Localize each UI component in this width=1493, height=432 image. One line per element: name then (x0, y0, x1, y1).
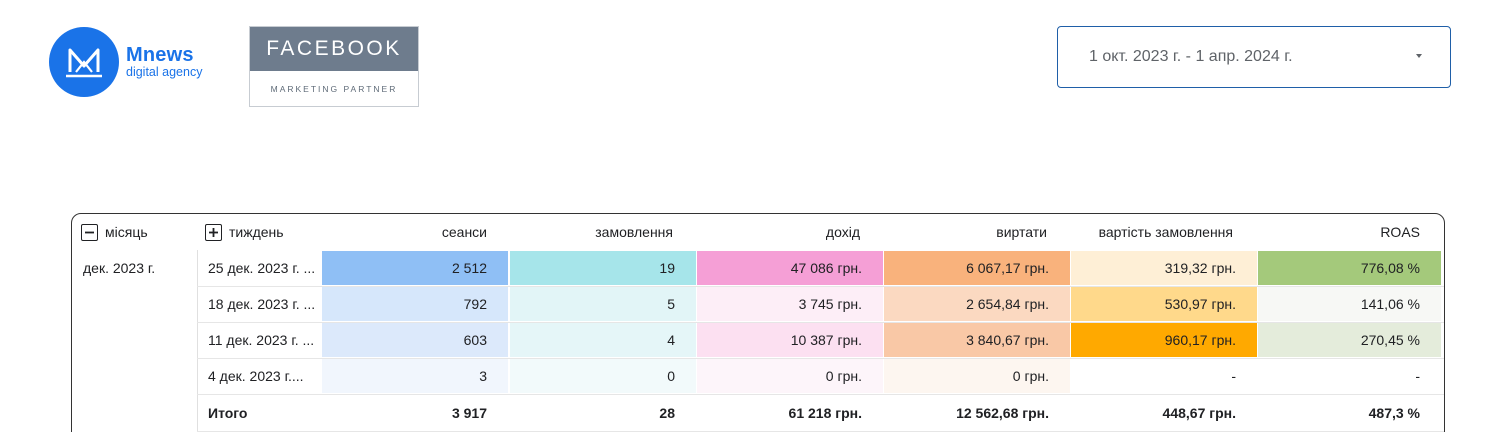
cell-order-cost: 530,97 грн. (1071, 287, 1257, 321)
cell-revenue: 0 грн. (697, 359, 883, 393)
cell-order-cost: 319,32 грн. (1071, 251, 1257, 285)
cell-sessions: 603 (322, 323, 508, 357)
cell-order-cost: 960,17 грн. (1071, 323, 1257, 357)
dropdown-arrow-icon[interactable] (1416, 54, 1422, 58)
cell-roas: 141,06 % (1258, 287, 1441, 321)
cell-spend: 6 067,17 грн. (884, 251, 1070, 285)
column-header-roas[interactable]: ROAS (1259, 214, 1420, 250)
cell-spend: 3 840,67 грн. (884, 323, 1070, 357)
total-cell-order-cost: 448,67 грн. (1162, 405, 1236, 421)
column-header-order-cost[interactable]: вартість замовлення (1072, 214, 1233, 250)
column-header-revenue[interactable]: дохід (698, 214, 860, 250)
cell-sessions: 3 (322, 359, 508, 393)
week-cell: 18 дек. 2023 г. ... (208, 296, 316, 312)
month-cell: дек. 2023 г. (83, 260, 156, 276)
week-cell: 11 дек. 2023 г. ... (208, 332, 315, 348)
total-cell-sessions: 3 917 (451, 405, 487, 421)
column-header-sessions[interactable]: сеанси (323, 214, 487, 250)
cell-revenue: 47 086 грн. (697, 251, 883, 285)
total-label: Итого (208, 405, 248, 421)
cell-revenue: 10 387 грн. (697, 323, 883, 357)
cell-roas: 270,45 % (1258, 323, 1441, 357)
table-header: місяць тиждень сеанси замовлення дохід в… (72, 214, 1444, 250)
expand-icon[interactable] (205, 223, 222, 241)
logo-name: Mnews (126, 44, 194, 67)
column-divider (197, 250, 198, 432)
collapse-icon[interactable] (81, 223, 98, 241)
cell-sessions: 2 512 (322, 251, 508, 285)
cell-roas: - (1258, 359, 1441, 393)
total-cell-roas: 487,3 % (1368, 405, 1420, 421)
cell-order-cost: - (1071, 359, 1257, 393)
cell-orders: 4 (510, 323, 696, 357)
logo-subtitle: digital agency (126, 65, 203, 80)
total-cell-orders: 28 (659, 405, 675, 421)
cell-sessions: 792 (322, 287, 508, 321)
partner-subtitle: MARKETING PARTNER (270, 83, 398, 94)
total-cell-spend: 12 562,68 грн. (956, 405, 1049, 421)
cell-orders: 19 (510, 251, 696, 285)
cell-orders: 5 (510, 287, 696, 321)
cell-spend: 0 грн. (884, 359, 1070, 393)
mnews-m-icon (49, 27, 119, 97)
pivot-table: місяць тиждень сеанси замовлення дохід в… (71, 213, 1445, 432)
week-cell: 25 дек. 2023 г. ... (208, 260, 316, 276)
cell-orders: 0 (510, 359, 696, 393)
mnews-logo: Mnews digital agency (49, 27, 202, 97)
cell-spend: 2 654,84 грн. (884, 287, 1070, 321)
date-range-picker[interactable]: 1 окт. 2023 г. - 1 апр. 2024 г. (1057, 26, 1451, 88)
week-cell: 4 дек. 2023 г.... (208, 368, 304, 384)
cell-roas: 776,08 % (1258, 251, 1441, 285)
partner-title: FACEBOOK (250, 27, 418, 71)
column-header-orders[interactable]: замовлення (511, 214, 673, 250)
date-range-value: 1 окт. 2023 г. - 1 апр. 2024 г. (1089, 48, 1293, 65)
column-header-month[interactable]: місяць (81, 214, 191, 250)
facebook-partner-badge: FACEBOOK MARKETING PARTNER (249, 26, 419, 107)
column-header-spend[interactable]: виртати (885, 214, 1047, 250)
cell-revenue: 3 745 грн. (697, 287, 883, 321)
row-divider (197, 394, 1444, 395)
total-cell-revenue: 61 218 грн. (788, 405, 862, 421)
column-header-week[interactable]: тиждень (205, 214, 325, 250)
